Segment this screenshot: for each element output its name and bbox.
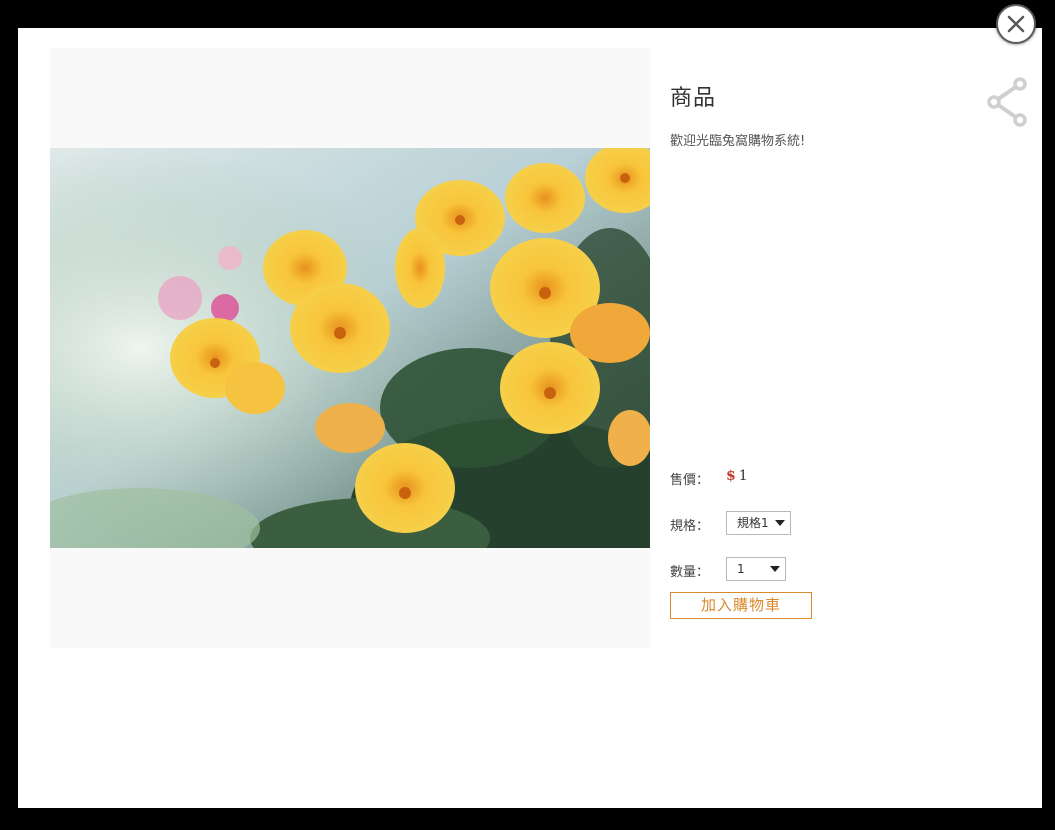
add-to-cart-button[interactable]: 加入購物車 xyxy=(670,592,812,619)
flower-image xyxy=(50,148,650,548)
price-label: 售價： xyxy=(670,473,710,488)
product-title: 商品 xyxy=(670,86,717,111)
product-modal: 商品 歡迎光臨兔窩購物系統! 售價： $1 規格： 規格1 數量： 1 加入購物… xyxy=(18,28,1042,808)
quantity-select[interactable]: 1 xyxy=(726,557,786,581)
product-image-frame xyxy=(50,48,650,648)
spec-label: 規格： xyxy=(670,519,710,534)
close-button[interactable] xyxy=(996,4,1036,44)
share-icon[interactable] xyxy=(986,76,1030,128)
price-currency: $ xyxy=(726,468,736,484)
spec-selected-value: 規格1 xyxy=(737,516,769,530)
chevron-down-icon xyxy=(775,520,785,526)
quantity-selected-value: 1 xyxy=(737,562,745,576)
product-description: 歡迎光臨兔窩購物系統! xyxy=(670,134,806,149)
spec-select[interactable]: 規格1 xyxy=(726,511,791,535)
price-amount: 1 xyxy=(738,468,748,484)
close-icon xyxy=(1007,15,1025,33)
product-info-panel: 商品 歡迎光臨兔窩購物系統! 售價： $1 規格： 規格1 數量： 1 加入購物… xyxy=(670,28,1020,728)
chevron-down-icon xyxy=(770,566,780,572)
product-photo xyxy=(50,148,650,548)
quantity-label: 數量： xyxy=(670,565,710,580)
price-value: $1 xyxy=(726,468,748,484)
